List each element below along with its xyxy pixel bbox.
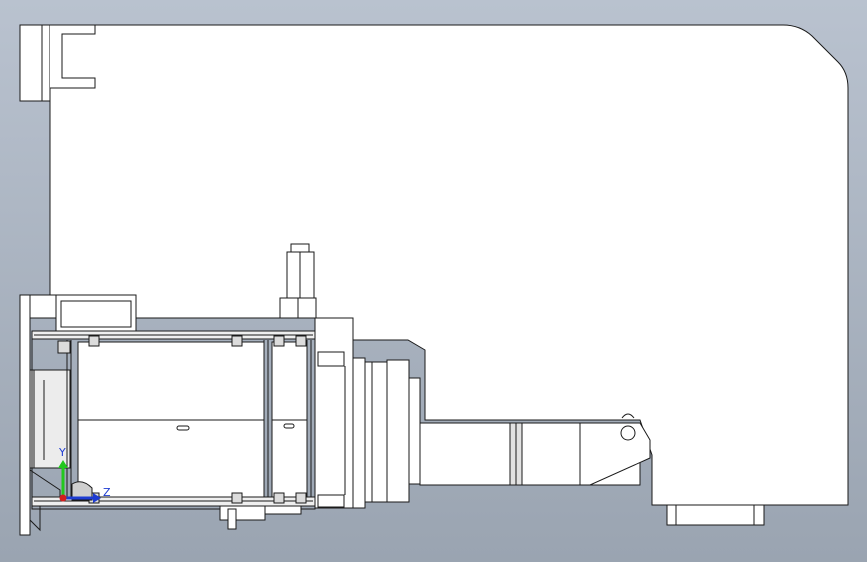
coupling-block [352, 357, 366, 509]
right-end-plate [314, 317, 354, 509]
bottom-right-foot [666, 504, 765, 526]
x-axis-origin [59, 494, 67, 502]
bearing-housing [386, 359, 410, 503]
left-mount-plate [19, 294, 31, 536]
compartment-handle [176, 425, 190, 431]
pivot-hole [620, 425, 636, 441]
y-axis-label: Y [58, 446, 66, 459]
top-left-bracket [19, 24, 43, 102]
bracket [88, 335, 100, 347]
cad-viewport[interactable]: Y Z [0, 0, 867, 562]
motor-top-cap [290, 243, 310, 253]
z-axis-label: Z [103, 486, 111, 499]
bottom-foot [219, 505, 266, 521]
